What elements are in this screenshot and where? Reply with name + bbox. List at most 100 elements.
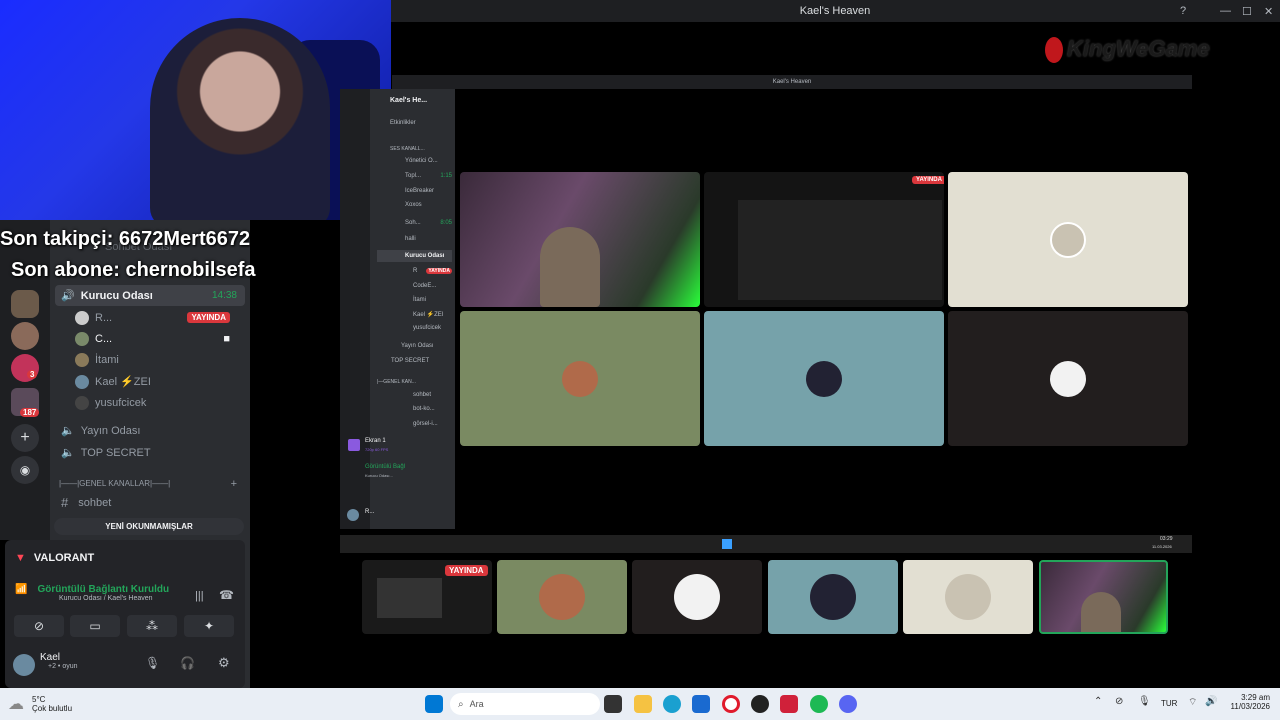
inner-screen-share[interactable]: Ekran 1 720p 60 FPS — [345, 436, 450, 458]
strip-user-tile[interactable] — [903, 560, 1033, 634]
inner-channel-row[interactable]: bot-ko... — [377, 403, 435, 415]
voice-member[interactable]: R... YAYINDA — [75, 307, 240, 328]
inner-channel-row[interactable]: |—GENEL KAN... — [377, 376, 416, 388]
app-icon[interactable] — [780, 695, 798, 713]
avatar — [674, 574, 720, 620]
server-icon[interactable] — [11, 290, 39, 318]
text-channel-sohbet[interactable]: # sohbet — [55, 492, 245, 513]
inner-channel-row[interactable]: IcеBreaker — [377, 185, 434, 197]
add-channel-icon[interactable]: + — [231, 478, 237, 490]
server-icon[interactable] — [11, 322, 39, 350]
unread-button[interactable]: YENİ OKUNMAMIŞLAR — [54, 518, 244, 535]
inner-channel-row[interactable]: R YAYINDA — [377, 265, 452, 277]
obs-icon[interactable] — [751, 695, 769, 713]
inner-user[interactable]: R... — [345, 506, 450, 526]
inner-channel-row[interactable]: TOP SECRET — [377, 355, 429, 367]
voice-member[interactable]: Kael ⚡ZEI — [75, 371, 240, 392]
voice-channel-topsecret[interactable]: 🔈 TOP SECRET — [55, 442, 245, 463]
user-info[interactable]: Kael +2 • oyun — [40, 652, 78, 670]
inner-category[interactable]: SES KANALL... — [390, 143, 425, 155]
inner-channel-row[interactable]: Soh... 8:05 — [377, 217, 452, 229]
mic-icon[interactable]: 🎙 — [145, 656, 160, 670]
video-tile-screen-share[interactable]: YAYINDA — [704, 172, 944, 307]
task-view-icon[interactable] — [604, 695, 622, 713]
video-tile-user[interactable] — [704, 311, 944, 446]
noise-icon[interactable]: ||| — [195, 590, 204, 602]
strip-user-tile[interactable] — [632, 560, 762, 634]
tray-mic-icon[interactable]: 🎙 — [1138, 696, 1151, 707]
voice-member[interactable]: C... ■ — [75, 328, 240, 349]
inner-channel-row[interactable]: Yönetici O... — [377, 155, 438, 167]
tray-wifi-icon[interactable]: ⌔ — [1188, 696, 1197, 709]
store-icon[interactable] — [692, 695, 710, 713]
tray-network-icon[interactable]: ⊘ — [1115, 696, 1123, 707]
voice-channel-name: Kurucu Odası — [80, 289, 153, 302]
headset-icon[interactable]: 🎧 — [180, 656, 195, 670]
language-indicator[interactable]: TUR — [1161, 699, 1177, 708]
voice-member[interactable]: İtami — [75, 349, 240, 370]
discord-icon[interactable] — [839, 695, 857, 713]
inner-channel-row[interactable]: İtami — [377, 294, 426, 306]
minimize-icon[interactable]: — — [1220, 0, 1231, 22]
inner-channel-row[interactable]: Kurucu Odası — [377, 250, 452, 262]
inner-category-label: SES KANALL... — [390, 146, 425, 152]
strip-user-tile[interactable] — [768, 560, 898, 634]
video-tile-user[interactable] — [948, 172, 1188, 307]
inner-channel-row[interactable]: Kael ⚡ZEI — [377, 308, 443, 320]
inner-server-name[interactable]: Kael's He... — [390, 94, 427, 106]
explore-icon[interactable]: ◉ — [11, 456, 39, 484]
tray-chevron-icon[interactable]: ⌃ — [1094, 696, 1102, 707]
close-icon[interactable]: ✕ — [1264, 0, 1273, 22]
video-tile-stream[interactable] — [460, 172, 700, 307]
clock[interactable]: 3:29 am 11/03/2026 — [1228, 693, 1270, 711]
inner-events[interactable]: Etkinlikler — [390, 117, 416, 129]
soundboard-button[interactable]: ✦ — [184, 615, 234, 637]
inner-channel-row[interactable]: yusufcicek — [377, 322, 441, 334]
spotify-icon[interactable] — [810, 695, 828, 713]
inner-channel-row[interactable]: Topl... 1:15 — [377, 170, 452, 182]
tray-volume-icon[interactable]: 🔊 — [1205, 696, 1217, 707]
user-avatar[interactable] — [13, 654, 35, 676]
strip-stream-tile[interactable] — [1039, 560, 1168, 634]
avatar — [75, 374, 89, 389]
voice-channel-yayin[interactable]: 🔈 Yayın Odası — [55, 420, 245, 441]
category-genel[interactable]: |——|GENEL KANALLAR|——| + — [55, 473, 245, 494]
strip-user-tile[interactable] — [497, 560, 627, 634]
inner-row-label: yusufcicek — [413, 325, 442, 331]
disconnect-icon[interactable]: ☎ — [219, 588, 234, 602]
inner-events-label: Etkinlikler — [390, 120, 416, 126]
inner-channel-row[interactable]: halli — [377, 233, 416, 245]
voice-member[interactable]: yusufcicek — [75, 392, 240, 413]
start-icon[interactable] — [425, 695, 443, 713]
file-explorer-icon[interactable] — [634, 695, 652, 713]
video-tile-user[interactable] — [460, 311, 700, 446]
strip-screen-share[interactable]: YAYINDA — [362, 560, 492, 634]
opera-icon[interactable] — [722, 695, 740, 713]
inner-channel-row[interactable]: CodeE... — [377, 280, 436, 292]
activities-button[interactable]: ⁂ — [127, 615, 177, 637]
inner-voice-status[interactable]: Görüntülü Bağl Kurucu Odası... — [345, 462, 450, 482]
inner-titlebar: Kael's Heaven — [392, 75, 1192, 89]
activity-row[interactable]: ▼ VALORANT — [15, 550, 235, 566]
camera-off-button[interactable]: ⊘ — [14, 615, 64, 637]
member-name: R... — [95, 311, 113, 324]
add-server-icon[interactable]: + — [11, 424, 39, 452]
maximize-icon[interactable]: ☐ — [1242, 0, 1252, 22]
user-name: Kael — [40, 652, 61, 663]
voice-channel-kurucu[interactable]: 🔊 Kurucu Odası 14:38 — [55, 285, 245, 306]
video-tile-user[interactable] — [948, 311, 1188, 446]
edge-icon[interactable] — [663, 695, 681, 713]
inner-user-name: R... — [365, 509, 375, 515]
screen-share-button[interactable]: ▭ — [70, 615, 120, 637]
weather-widget[interactable]: ☁ 5°C Çok bulutlu — [8, 692, 72, 716]
help-icon[interactable]: ? — [1180, 0, 1186, 22]
search-box[interactable]: ⌕ Ara — [450, 693, 600, 715]
inner-channel-row[interactable]: sohbet — [377, 389, 431, 401]
connection-status[interactable]: 📶 Görüntülü Bağlantı Kuruldu Kurucu Odas… — [15, 584, 195, 602]
settings-icon[interactable]: ⚙ — [218, 655, 230, 671]
inner-channel-row[interactable]: Yayın Odası — [377, 340, 434, 352]
channel-name: TOP SECRET — [80, 446, 151, 459]
inner-voice-status-text: Görüntülü Bağl — [365, 464, 406, 470]
inner-channel-row[interactable]: Xoxos — [377, 199, 422, 211]
inner-channel-row[interactable]: görsel-i... — [377, 418, 438, 430]
